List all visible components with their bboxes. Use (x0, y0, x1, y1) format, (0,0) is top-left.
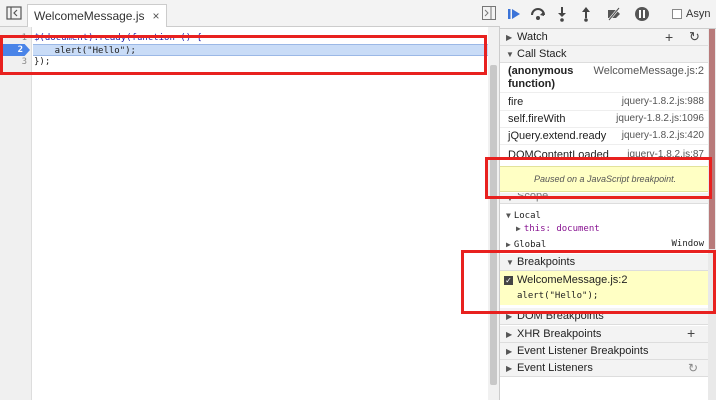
debugger-sidebar: Asyn ▶ Watch + ↻ ▼ Call Stack (anonymous… (500, 0, 716, 400)
sidebar-scrollbar[interactable] (708, 29, 716, 400)
section-title: XHR Breakpoints (517, 328, 602, 340)
expand-arrow-icon: ▶ (506, 347, 513, 356)
expand-arrow-icon: ▶ (516, 224, 521, 233)
call-frame-selected[interactable]: (anonymous function) WelcomeMessage.js:2 (500, 63, 708, 93)
debugger-sidebar-toggle-icon[interactable] (482, 6, 496, 20)
section-title: Event Listeners (517, 362, 593, 374)
call-frame-location[interactable]: WelcomeMessage.js:2 (594, 65, 704, 77)
scope-global-label: Global (513, 240, 547, 250)
call-frame-location[interactable]: jquery-1.8.2.js:1096 (616, 113, 704, 124)
section-title: Call Stack (517, 48, 567, 60)
pause-on-exceptions-icon[interactable] (634, 6, 650, 22)
event-listeners-section-header[interactable]: ▶ Event Listeners ↻ (500, 360, 708, 377)
editor-tab-strip: WelcomeMessage.js × (0, 0, 500, 27)
scope-this-entry[interactable]: ▶ this: document (516, 222, 600, 235)
highlight-frame-code (0, 35, 487, 75)
call-frame-location[interactable]: jquery-1.8.2.js:988 (622, 96, 704, 107)
call-frame[interactable]: jQuery.extend.ready jquery-1.8.2.js:420 (500, 128, 708, 145)
deactivate-breakpoints-icon[interactable] (606, 6, 622, 22)
scope-this-value: this: document (523, 224, 600, 234)
refresh-icon[interactable]: ↻ (688, 361, 698, 375)
highlight-frame-breakpoints (461, 250, 716, 314)
xhr-breakpoints-section-header[interactable]: ▶ XHR Breakpoints + (500, 325, 708, 343)
highlight-frame-paused (485, 157, 712, 199)
call-frame-function: (anonymous function) (508, 65, 574, 90)
step-over-icon[interactable] (530, 6, 546, 22)
expand-arrow-icon: ▶ (506, 364, 513, 373)
close-tab-icon[interactable]: × (152, 9, 159, 23)
watch-section-header[interactable]: ▶ Watch + ↻ (500, 29, 708, 46)
navigator-toggle-icon[interactable] (6, 6, 22, 20)
expand-arrow-icon: ▶ (506, 330, 513, 339)
async-label: Asyn (686, 8, 711, 20)
step-into-icon[interactable] (554, 6, 570, 22)
call-frame[interactable]: fire jquery-1.8.2.js:988 (500, 94, 708, 111)
debugger-toolbar: Asyn (500, 0, 716, 29)
file-tab[interactable]: WelcomeMessage.js × (27, 4, 167, 27)
editor-scrollbar[interactable] (488, 27, 499, 400)
call-frame-function: fire (508, 96, 524, 108)
scope-local-label: Local (513, 211, 541, 221)
step-out-icon[interactable] (578, 6, 594, 22)
editor-scrollbar-thumb[interactable] (490, 65, 497, 385)
resume-icon[interactable] (506, 6, 522, 22)
call-frame-function: jQuery.extend.ready (508, 130, 607, 142)
async-checkbox[interactable] (672, 9, 682, 19)
expand-arrow-icon: ▶ (506, 240, 511, 249)
add-watch-icon[interactable]: + (665, 29, 673, 45)
section-title: Watch (517, 31, 548, 43)
collapse-arrow-icon: ▼ (506, 211, 511, 220)
call-stack-section-header[interactable]: ▼ Call Stack (500, 46, 708, 63)
file-tab-label: WelcomeMessage.js (34, 9, 145, 23)
sidebar-scrollbar-thumb[interactable] (709, 29, 715, 249)
section-title: Event Listener Breakpoints (517, 345, 649, 357)
call-frame-location[interactable]: jquery-1.8.2.js:420 (622, 130, 704, 141)
collapse-arrow-icon: ▼ (506, 50, 514, 59)
event-listener-breakpoints-section-header[interactable]: ▶ Event Listener Breakpoints (500, 343, 708, 360)
call-frame[interactable]: self.fireWith jquery-1.8.2.js:1096 (500, 111, 708, 128)
refresh-icon[interactable]: ↻ (689, 29, 700, 45)
scope-local[interactable]: ▼ Local (506, 209, 541, 222)
call-frame-function: self.fireWith (508, 113, 566, 125)
expand-arrow-icon: ▶ (506, 33, 513, 42)
add-xhr-breakpoint-icon[interactable]: + (687, 325, 695, 341)
line-number-gutter[interactable]: 1 2 3 (0, 27, 32, 400)
